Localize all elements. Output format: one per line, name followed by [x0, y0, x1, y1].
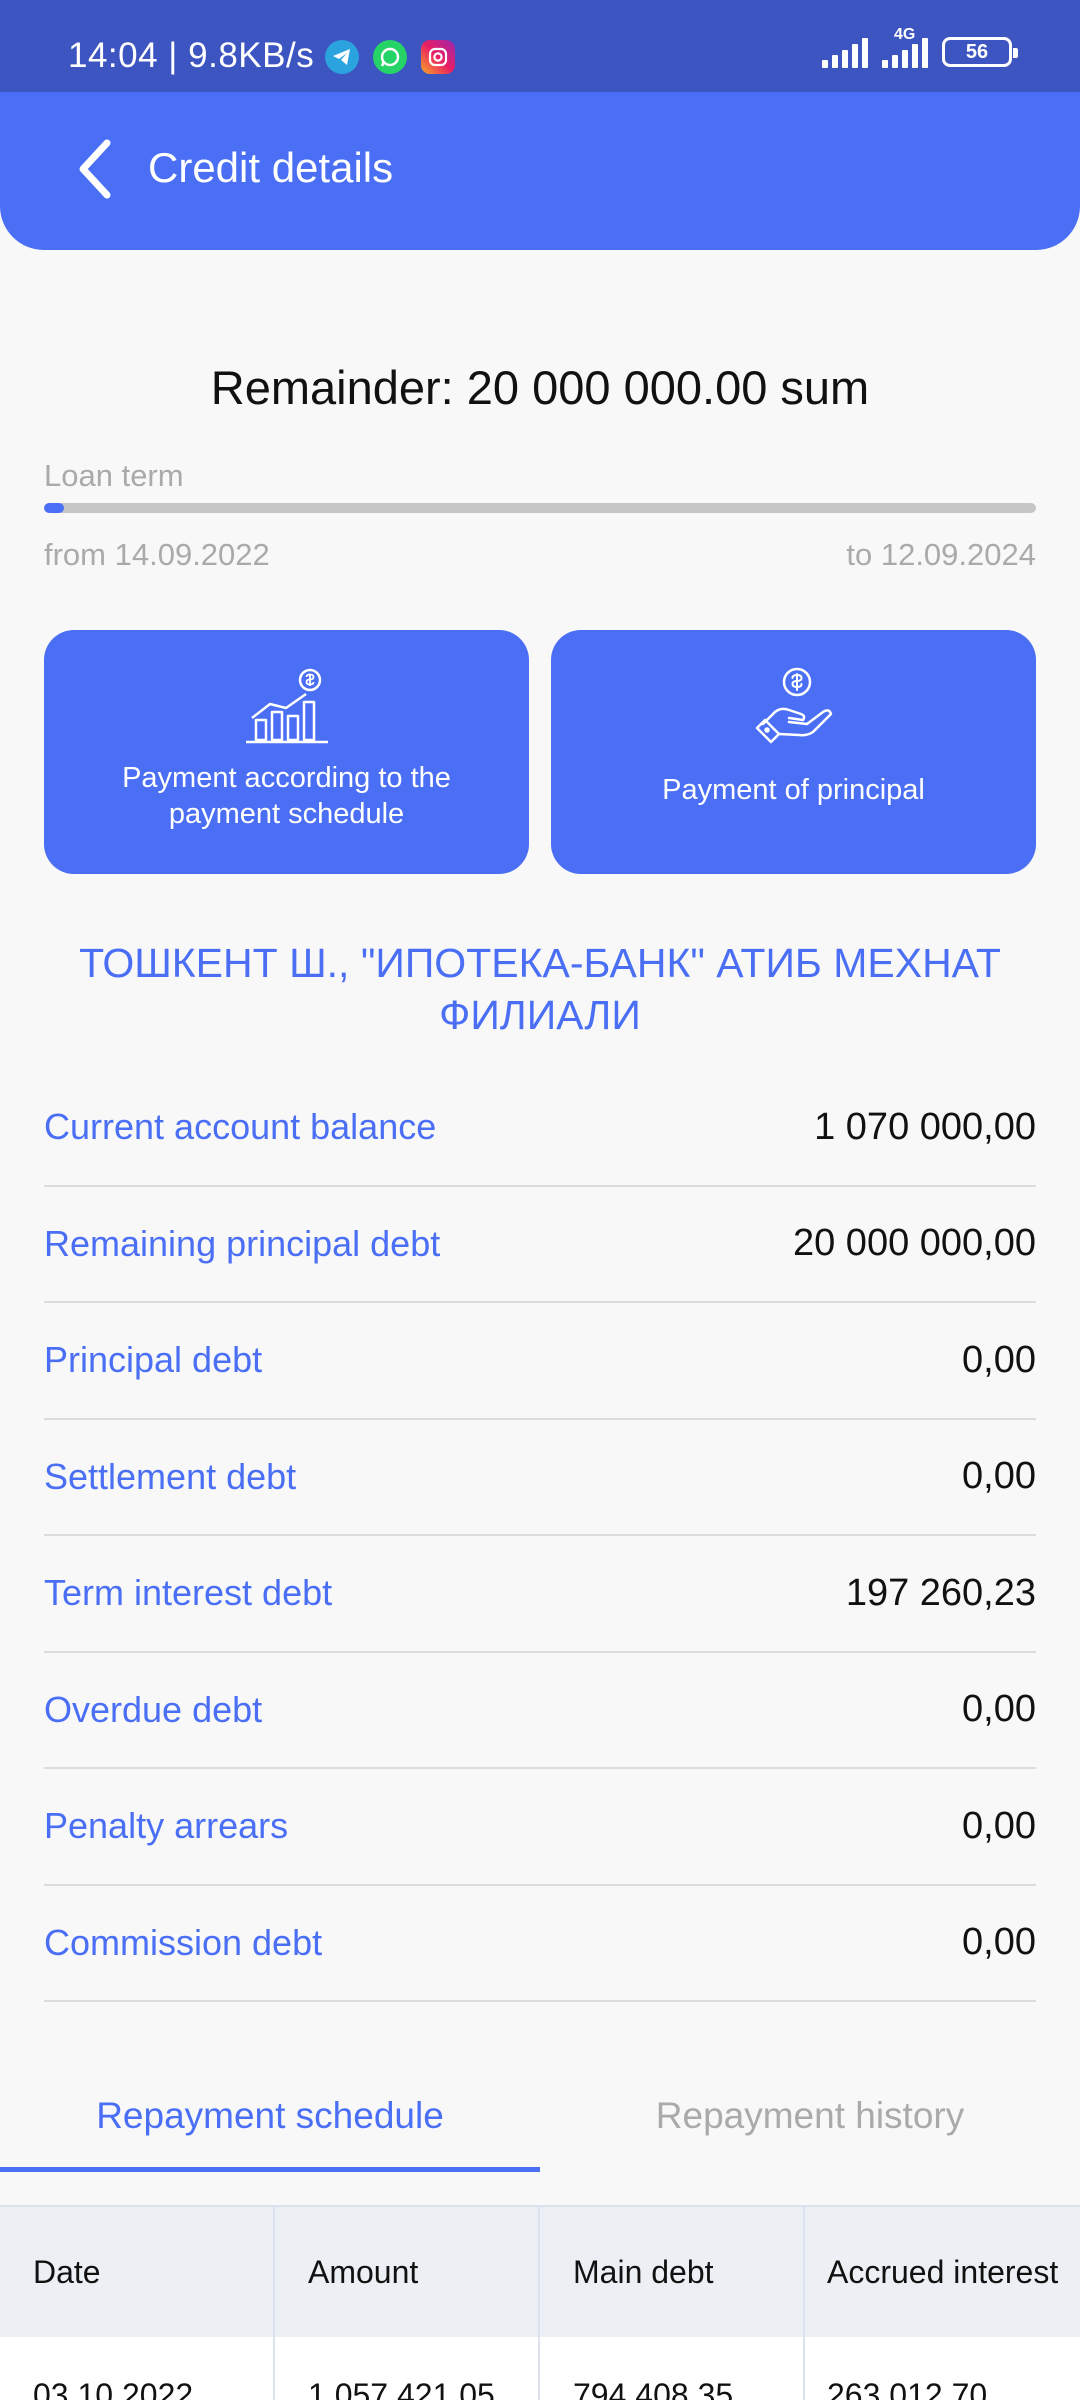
detail-label: Current account balance [44, 1106, 437, 1148]
schedule-payment-label: Payment according to the payment schedul… [122, 762, 451, 831]
detail-value: 197 260,23 [845, 1571, 1036, 1614]
detail-value: 0,00 [962, 1804, 1036, 1847]
loan-term-label: Loan term [44, 458, 184, 493]
network-type-label: 4G [894, 26, 916, 43]
detail-value: 0,00 [962, 1688, 1036, 1731]
detail-value: 1 070 000,00 [814, 1105, 1036, 1148]
tab-repayment-schedule[interactable]: Repayment schedule [0, 2060, 540, 2172]
growth-chart-dollar-icon [245, 668, 328, 744]
cell-main-debt: 794 408,35 [540, 2337, 805, 2400]
principal-payment-label: Payment of principal [662, 774, 925, 806]
detail-value: 0,00 [962, 1921, 1036, 1964]
detail-value: 0,00 [962, 1338, 1036, 1381]
detail-row-principal-debt: Principal debt 0,00 [44, 1303, 1036, 1420]
battery-icon: 56 [942, 37, 1018, 67]
detail-label: Overdue debt [44, 1688, 263, 1730]
hand-dollar-icon [755, 667, 832, 744]
status-indicators: 4G 56 [822, 26, 1018, 68]
detail-row-current-account-balance: Current account balance 1 070 000,00 [44, 1070, 1036, 1187]
table-header: Date Amount Main debt Accrued interest [0, 2205, 1080, 2337]
detail-value: 0,00 [962, 1455, 1036, 1498]
principal-payment-button[interactable]: Payment of principal [551, 630, 1036, 874]
instagram-icon [421, 40, 455, 74]
remainder-amount: Remainder: 20 000 000.00 sum [210, 361, 870, 414]
detail-label: Term interest debt [44, 1572, 333, 1614]
cell-accrued-interest: 263 012,70 [827, 2377, 988, 2400]
battery-level: 56 [965, 40, 989, 63]
bank-branch-name: ТОШКЕНТ Ш., "ИПОТЕКА-БАНК" АТИБ МЕХНАТ Ф… [79, 940, 1001, 1038]
detail-row-term-interest-debt: Term interest debt 197 260,23 [44, 1536, 1036, 1653]
status-bar: 14:04 | 9.8KB/s 4G 56 [0, 0, 1080, 92]
status-app-icons [325, 40, 455, 74]
loan-start-date: from 14.09.2022 [44, 537, 270, 572]
detail-label: Principal debt [44, 1339, 263, 1381]
tab-repayment-history[interactable]: Repayment history [540, 2060, 1080, 2172]
column-header-accrued-interest: Accrued interest [827, 2254, 1059, 2290]
detail-value: 20 000 000,00 [792, 1222, 1036, 1265]
loan-end-date: to 12.09.2024 [846, 537, 1036, 572]
column-header-amount: Amount [275, 2207, 540, 2337]
repayment-schedule-table: Date Amount Main debt Accrued interest 0… [0, 2205, 1080, 2400]
column-header-main-debt: Main debt [540, 2207, 805, 2337]
table-row[interactable]: 03.10.2022 1 057 421,05 794 408,35 263 0… [0, 2337, 1080, 2400]
detail-row-penalty-arrears: Penalty arrears 0,00 [44, 1769, 1036, 1886]
signal-icon [822, 36, 868, 68]
detail-label: Settlement debt [44, 1455, 297, 1497]
schedule-payment-button[interactable]: Payment according to the payment schedul… [44, 630, 529, 874]
telegram-icon [325, 40, 359, 74]
detail-row-settlement-debt: Settlement debt 0,00 [44, 1420, 1036, 1536]
detail-label: Commission debt [44, 1921, 323, 1963]
page-title: Credit details [148, 144, 394, 191]
cell-date: 03.10.2022 [0, 2337, 275, 2400]
detail-label: Remaining principal debt [44, 1222, 441, 1264]
chevron-left-icon [79, 139, 111, 199]
detail-row-remaining-principal-debt: Remaining principal debt 20 000 000,00 [44, 1187, 1036, 1303]
loan-term-progress [44, 503, 1036, 513]
status-time: 14:04 | 9.8KB/s [68, 36, 315, 75]
cell-amount: 1 057 421,05 [275, 2337, 540, 2400]
detail-label: Penalty arrears [44, 1805, 289, 1847]
schedule-tabs: Repayment schedule Repayment history [0, 2060, 1080, 2172]
app-bar: Credit details [0, 92, 1080, 250]
mobile-data-icon: 4G [882, 26, 928, 68]
whatsapp-icon [373, 40, 407, 74]
loan-term-progress-fill [44, 503, 64, 513]
credit-details-list: Current account balance 1 070 000,00 Rem… [44, 1070, 1036, 2002]
detail-row-overdue-debt: Overdue debt 0,00 [44, 1653, 1036, 1769]
detail-row-commission-debt: Commission debt 0,00 [44, 1886, 1036, 2002]
column-header-date: Date [0, 2207, 275, 2337]
back-button[interactable] [60, 134, 130, 204]
